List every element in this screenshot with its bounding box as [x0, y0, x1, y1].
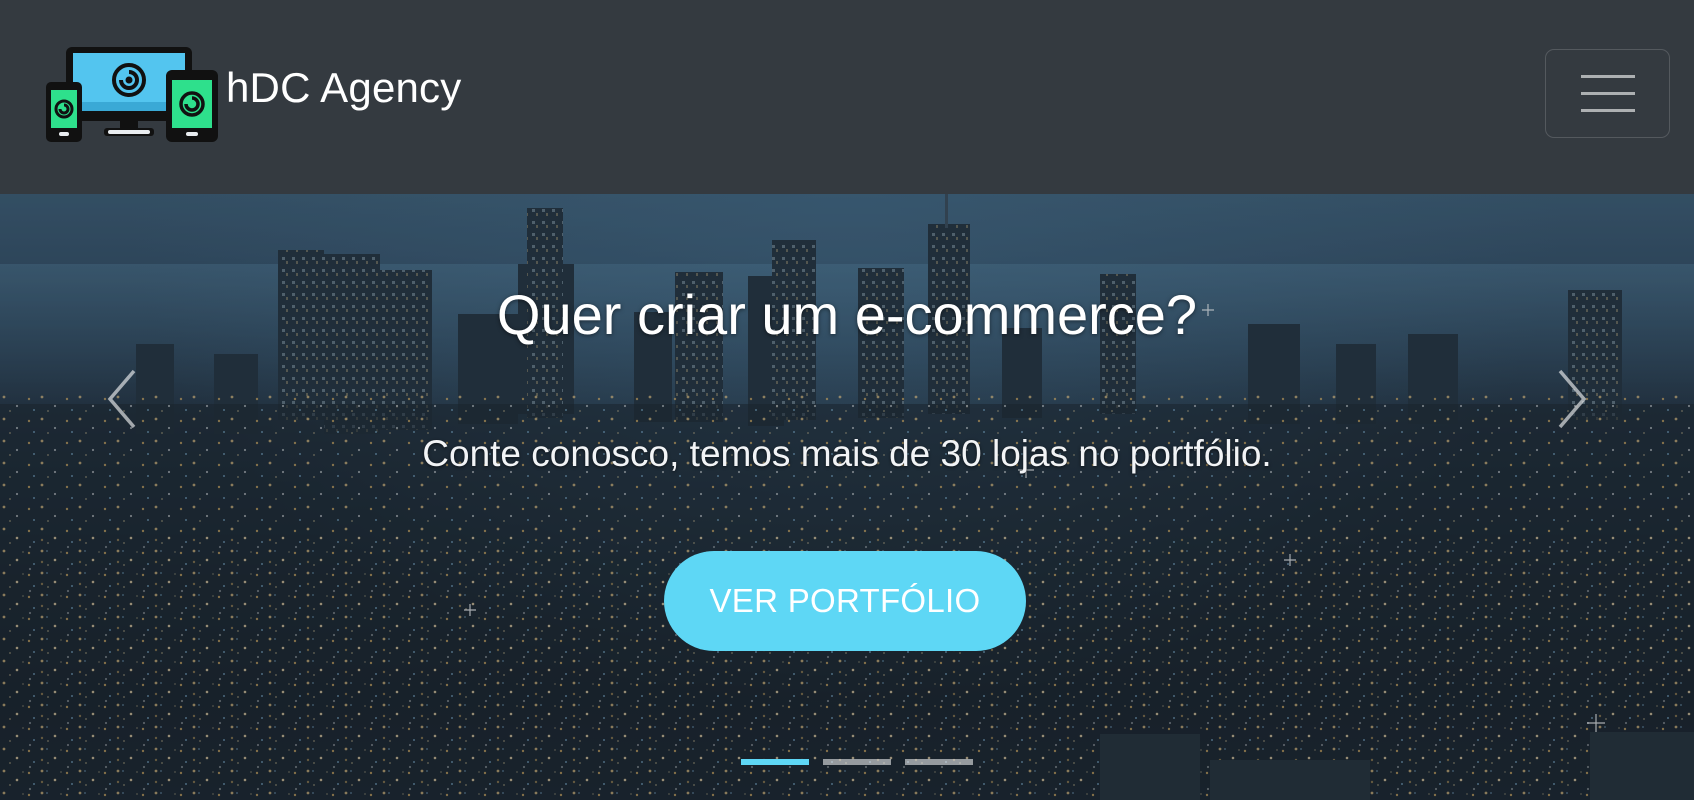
carousel-prev-button[interactable]	[52, 344, 192, 454]
carousel-next-button[interactable]	[1502, 344, 1642, 454]
hamburger-menu-icon-bar	[1580, 109, 1635, 112]
brand-name: hDC Agency	[226, 64, 462, 111]
chevron-right-icon	[1558, 369, 1587, 429]
view-portfolio-button[interactable]: VER PORTFÓLIO	[664, 551, 1026, 651]
hero-subtitle: Conte conosco, temos mais de 30 lojas no…	[422, 433, 1272, 474]
brand-link[interactable]: hDC Agency	[46, 44, 461, 144]
hero-carousel: Quer criar um e-commerce? Conte conosco,…	[0, 194, 1694, 800]
carousel-indicators	[0, 756, 1694, 768]
carousel-indicator-1[interactable]	[741, 759, 809, 765]
navbar-toggler-button[interactable]	[1545, 49, 1670, 138]
carousel-indicator-2[interactable]	[823, 759, 891, 765]
hamburger-menu-icon	[1580, 75, 1635, 78]
chevron-left-icon	[107, 369, 136, 429]
hero-title: Quer criar um e-commerce?	[496, 283, 1198, 346]
navbar: hDC Agency	[0, 0, 1694, 194]
carousel-caption: Quer criar um e-commerce? Conte conosco,…	[0, 194, 1694, 800]
carousel-indicator-3[interactable]	[905, 759, 973, 765]
responsive-devices-logo-icon	[46, 47, 218, 142]
hamburger-menu-icon-bar	[1580, 92, 1635, 95]
